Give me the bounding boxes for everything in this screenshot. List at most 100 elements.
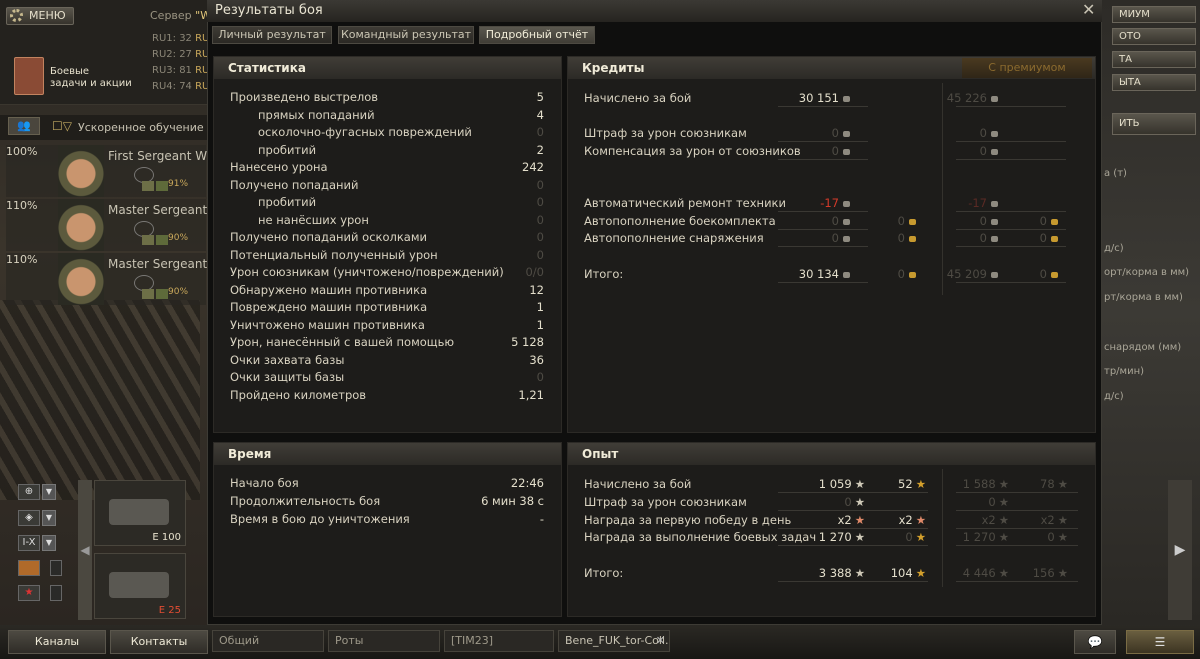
crew-member[interactable]: 110% Master Sergeant O' 90%	[6, 199, 224, 251]
channels-button[interactable]: Каналы	[8, 630, 106, 654]
time-label: Начало боя	[230, 476, 299, 490]
stat-row: Урон союзникам (уничтожено/повреждений) 0…	[214, 264, 561, 281]
exp-label: Штраф за урон союзникам	[584, 495, 747, 509]
stat-row: Урон, нанесённый с вашей помощью 5 128	[214, 334, 561, 351]
chat-bubble-icon[interactable]: 💬	[1074, 630, 1116, 654]
free-exp-amount: x2	[898, 513, 913, 527]
tank-spec-text: снарядом (мм)	[1104, 342, 1182, 353]
tasks-link[interactable]: Боевые задачи и акции	[50, 66, 132, 90]
premium-credit-value: 45 226	[947, 90, 998, 107]
premium-free-exp-value: 156 ★	[1033, 565, 1068, 582]
credit-row: Автоматический ремонт техники -17 -17	[568, 195, 1095, 212]
credits-icon	[843, 95, 850, 102]
tab-team-result[interactable]: Командный результат	[338, 26, 474, 44]
avatar	[58, 199, 104, 251]
chat-tab-private-label: Bene_FUK_tor-Coll.	[565, 634, 669, 647]
tasks-icon[interactable]	[14, 57, 44, 95]
boost-icon[interactable]: ☐▽	[52, 119, 72, 133]
right-button-5[interactable]: ИТЬ	[1112, 113, 1196, 135]
stat-value: 0/0	[525, 265, 544, 279]
stat-row: пробитий 0	[214, 194, 561, 211]
server-row: RU4: 74 RU	[152, 81, 209, 92]
right-button-4[interactable]: ЫТА	[1112, 74, 1196, 91]
free-exp-amount: 52	[898, 477, 913, 491]
time-label: Время в бою до уничтожения	[230, 512, 410, 526]
tank-spec-text: д/с)	[1104, 391, 1124, 402]
contacts-button[interactable]: Контакты	[110, 630, 208, 654]
server-row: RU2: 27 RU	[152, 49, 209, 60]
exp-value: 0 ★	[844, 494, 865, 511]
credit-label: Автопополнение снаряжения	[584, 231, 764, 245]
filter-nation[interactable]: ⊕ ▼	[18, 484, 58, 502]
stat-label: Уничтожено машин противника	[230, 317, 425, 332]
crew-member[interactable]: 110% Master Sergeant Ki 90%	[6, 253, 222, 305]
stat-value: 2	[536, 142, 544, 157]
credits-icon	[843, 130, 850, 137]
stat-label: осколочно-фугасных повреждений	[258, 125, 472, 139]
crew-group-button[interactable]: 👥	[8, 117, 40, 135]
premium-gold-amount: 0	[1039, 267, 1047, 281]
stat-value: 4	[536, 107, 544, 122]
credit-value: 30 151	[799, 90, 850, 107]
underline	[956, 106, 1066, 107]
right-button-2[interactable]: ОТО	[1112, 28, 1196, 45]
list-icon[interactable]: ☰	[1126, 630, 1194, 654]
star-icon: ★	[998, 495, 1009, 509]
filter-tier[interactable]: I-X ▼	[18, 535, 58, 553]
premium-gold-value: 0	[1040, 213, 1058, 230]
credits-panel: Кредиты С премиумом Начислено за бой 30 1…	[567, 56, 1096, 433]
credit-amount: 0	[831, 231, 839, 245]
tab-personal-result[interactable]: Личный результат	[212, 26, 332, 44]
premium-account-button[interactable]: МИУМ	[1112, 6, 1196, 23]
free-exp-icon: ★	[915, 530, 926, 544]
underline	[956, 211, 1066, 212]
skill-badge-icon	[156, 235, 168, 245]
free-exp-icon: ★	[915, 513, 926, 527]
crew-member[interactable]: 100% First Sergeant Wab 91%	[6, 145, 221, 197]
checkbox-favorite[interactable]	[50, 585, 62, 601]
gold-icon	[1051, 235, 1058, 242]
tank-card[interactable]: E 25	[94, 553, 186, 619]
stat-label: Урон, нанесённый с вашей помощью	[230, 335, 455, 349]
right-button-3[interactable]: ТА	[1112, 51, 1196, 68]
filter-type[interactable]: ◈ ▼	[18, 510, 58, 528]
checkbox-premium[interactable]	[50, 560, 62, 576]
stat-row: Очки защиты базы 0	[214, 369, 561, 386]
chat-tab-clan[interactable]: [TIM23]	[444, 630, 554, 652]
close-icon[interactable]: ✕	[656, 631, 665, 651]
premium-toggle[interactable]: С премиумом	[962, 58, 1092, 78]
credit-amount: 30 151	[798, 91, 839, 105]
chat-tab-private[interactable]: Bene_FUK_tor-Coll. ✕	[558, 630, 670, 652]
tank-card[interactable]: E 100	[94, 480, 186, 546]
carousel-right-arrow[interactable]: ▶	[1168, 480, 1192, 620]
chat-tab-general[interactable]: Общий	[212, 630, 324, 652]
statistics-panel: Статистика Произведено выстрелов 5 прямых …	[213, 56, 562, 433]
filter-premium[interactable]	[18, 560, 62, 578]
free-exp-amount: 0	[905, 530, 913, 544]
premium-credit-amount: 0	[979, 214, 987, 228]
chat-tab-companies[interactable]: Роты	[328, 630, 440, 652]
server-name: RU3:	[152, 65, 176, 76]
stat-row: Потенциальный полученный урон 0	[214, 247, 561, 264]
stat-row: не нанёсших урон 0	[214, 212, 561, 229]
stat-label: Произведено выстрелов	[230, 90, 379, 104]
chevron-down-icon: ▼	[42, 484, 56, 500]
close-icon[interactable]: ✕	[1082, 2, 1095, 18]
exp-label: Итого:	[584, 566, 624, 580]
underline	[956, 545, 1078, 546]
exp-row: Начислено за бой 1 059 ★ 52 ★ 1 588 ★ 78 ★	[568, 476, 1095, 493]
free-exp-icon: ★	[915, 477, 926, 491]
star-icon: ★	[998, 566, 1009, 580]
credit-row: Автопополнение снаряжения 0 0 0 0	[568, 230, 1095, 247]
premium-credit-value: 0	[980, 143, 998, 160]
credit-row: Начислено за бой 30 151 45 226	[568, 90, 1095, 107]
tank-name: E 25	[158, 605, 181, 616]
premium-exp-value: 1 588 ★	[963, 476, 1009, 493]
stat-row: Пройдено километров 1,21	[214, 387, 561, 404]
premium-exp-amount: 0	[988, 495, 996, 509]
carousel-left-arrow[interactable]: ◀	[78, 480, 92, 620]
tab-detailed-report[interactable]: Подробный отчёт	[479, 26, 595, 44]
crew-name: First Sergeant Wab	[108, 149, 222, 163]
filter-favorite[interactable]: ★	[18, 585, 62, 603]
gold-icon	[1051, 218, 1058, 225]
